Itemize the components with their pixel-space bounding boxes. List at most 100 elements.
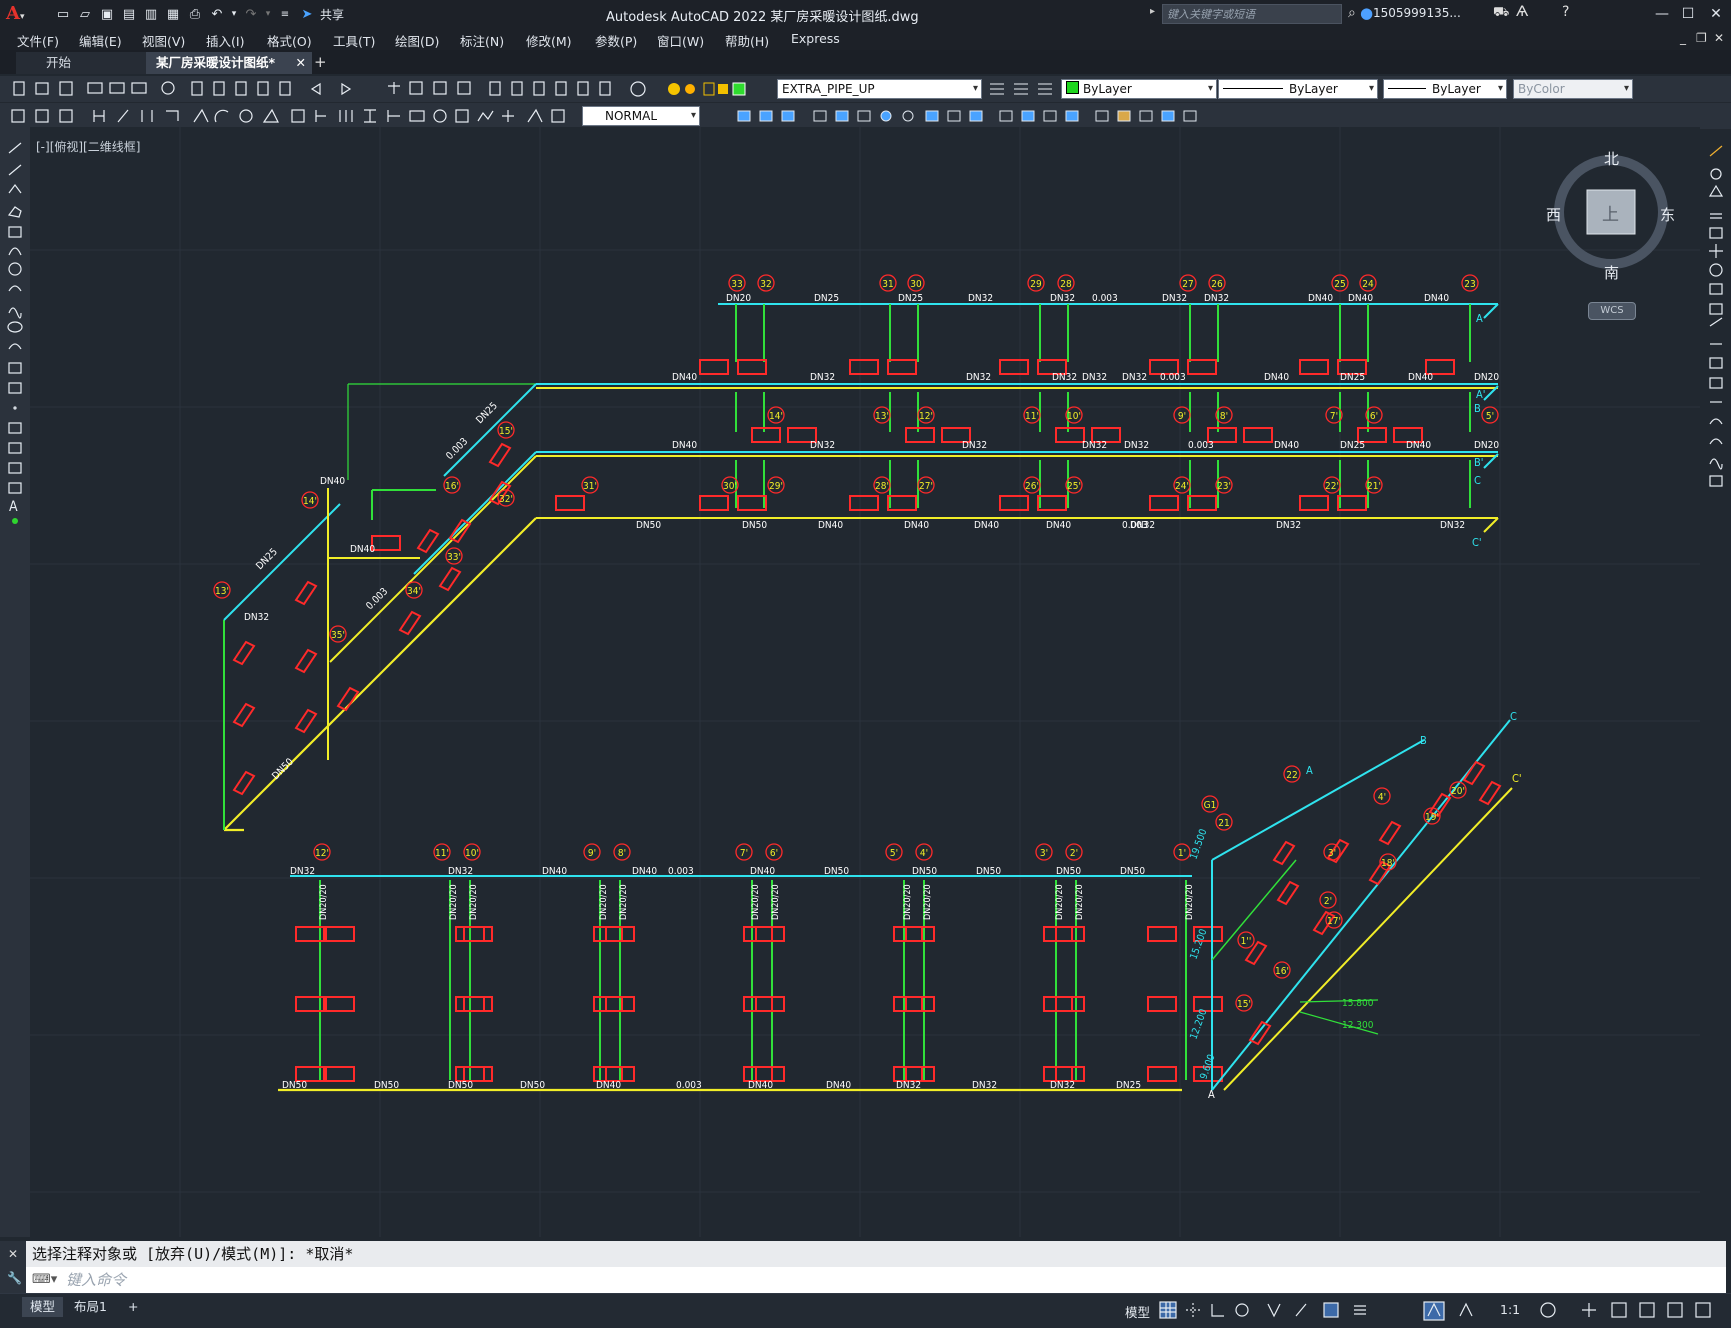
lineweight-dropdown[interactable]: ByLayer ▾: [1383, 79, 1507, 99]
command-input[interactable]: ⌨▾ 键入命令: [26, 1267, 1726, 1293]
plot-icon[interactable]: ⎙: [186, 5, 204, 23]
cart-icon[interactable]: ⛟: [1493, 5, 1509, 22]
status-toggle-icons[interactable]: [1156, 1298, 1726, 1322]
maximize-button[interactable]: ☐: [1676, 4, 1700, 24]
pipe-size-label: DN40: [672, 372, 697, 383]
doc-close-icon[interactable]: ✕: [1714, 31, 1724, 45]
web-mobile-save-icon[interactable]: ▦: [164, 5, 182, 23]
menu-file[interactable]: 文件(F): [17, 31, 59, 50]
customize-qat-icon[interactable]: ≡: [276, 5, 294, 23]
riser-size-label: DN20/20: [1075, 884, 1085, 920]
drawing-svg[interactable]: 33 32 31 30 29 28 27 26 25 24 23 14' 13' 12' 11' 10' 9' 8…: [30, 127, 1700, 1237]
save-icon[interactable]: ▣: [98, 5, 116, 23]
menu-express[interactable]: Express: [791, 31, 840, 46]
viewcube-east[interactable]: 东: [1660, 204, 1675, 225]
radiator: [463, 1066, 493, 1082]
radiator: [463, 996, 493, 1012]
menu-insert[interactable]: 插入(I): [206, 31, 244, 50]
viewcube-south[interactable]: 南: [1604, 262, 1619, 283]
iso-right-branch: [1211, 859, 1297, 961]
viewport-controls[interactable]: [-][俯视][二维线框]: [36, 138, 140, 155]
modify-palette-icons[interactable]: [1700, 140, 1731, 540]
user-icon[interactable]: ●: [1360, 4, 1373, 22]
radiator-number-label: 33: [731, 279, 742, 290]
tab-close-icon[interactable]: ✕: [296, 52, 306, 74]
linetype-dropdown[interactable]: ByLayer ▾: [1218, 79, 1378, 99]
menu-draw[interactable]: 绘图(D): [395, 31, 439, 50]
color-dropdown[interactable]: ByLayer ▾: [1061, 79, 1217, 99]
viewcube[interactable]: 北 南 西 东 上 WCS: [1546, 148, 1675, 320]
drawing-area[interactable]: 33 32 31 30 29 28 27 26 25 24 23 14' 13' 12' 11' 10' 9' 8…: [30, 127, 1700, 1237]
search-input[interactable]: 键入关键字或短语: [1162, 4, 1342, 24]
radiator: [416, 528, 440, 554]
modify-toolbar-icons[interactable]: [704, 103, 1224, 129]
radiator: [893, 1066, 923, 1082]
menu-tools[interactable]: 工具(T): [333, 31, 375, 50]
tab-start[interactable]: 开始: [16, 52, 156, 74]
radiator: [743, 926, 773, 942]
radiator-number-label: 14': [303, 496, 317, 507]
draw-toolbar-icons[interactable]: A: [0, 127, 30, 597]
viewcube-north[interactable]: 北: [1604, 148, 1619, 169]
menu-parametric[interactable]: 参数(P): [595, 31, 637, 50]
radiator-number-label: 10': [465, 848, 479, 859]
undo-icon[interactable]: ↶: [208, 5, 226, 23]
pipe-size-label: DN32: [1082, 372, 1107, 383]
customize-command-icon[interactable]: 🔧: [7, 1271, 22, 1285]
share-icon[interactable]: ➤: [298, 5, 316, 23]
radiator: [1187, 359, 1217, 375]
redo-icon[interactable]: ↷: [242, 5, 260, 23]
new-file-icon[interactable]: ▭: [54, 5, 72, 23]
menu-help[interactable]: 帮助(H): [725, 31, 769, 50]
pipe-size-label: DN50: [824, 866, 849, 877]
open-file-icon[interactable]: ▱: [76, 5, 94, 23]
layer-state-icons[interactable]: [660, 76, 760, 102]
menu-modify[interactable]: 修改(M): [526, 31, 572, 50]
radiator-number-label: 16': [1275, 966, 1289, 977]
pipe-size-label: DN32: [1162, 293, 1187, 304]
autodesk-app-icon[interactable]: Ѧ: [1516, 4, 1528, 20]
radiator: [325, 926, 355, 942]
menu-window[interactable]: 窗口(W): [657, 31, 704, 50]
add-layout-button[interactable]: +: [120, 1297, 146, 1317]
dimension-toolbar-icons[interactable]: [0, 103, 580, 129]
minimize-button[interactable]: —: [1650, 4, 1674, 24]
menu-dimension[interactable]: 标注(N): [460, 31, 504, 50]
tab-layout1[interactable]: 布局1: [66, 1297, 115, 1317]
expand-search-icon[interactable]: ▸: [1150, 6, 1155, 17]
standard-toolbar-icons[interactable]: [0, 76, 660, 102]
redo-dropdown-icon[interactable]: ▾: [264, 5, 272, 23]
share-label[interactable]: 共享: [320, 6, 344, 23]
autocad-logo-icon[interactable]: A▾: [6, 3, 28, 25]
viewcube-west[interactable]: 西: [1546, 204, 1561, 225]
new-tab-button[interactable]: +: [314, 53, 327, 71]
annotation-scale[interactable]: 1:1: [1500, 1302, 1520, 1317]
search-icon[interactable]: ⌕: [1348, 5, 1356, 21]
close-command-icon[interactable]: ✕: [8, 1247, 18, 1261]
layer-dropdown[interactable]: EXTRA_PIPE_UP ▾: [777, 79, 982, 99]
wcs-menu[interactable]: WCS: [1588, 302, 1636, 320]
radiator: [593, 996, 623, 1012]
tab-document[interactable]: 某厂房采暖设计图纸* ✕: [146, 52, 312, 74]
undo-dropdown-icon[interactable]: ▾: [230, 5, 238, 23]
layer-tools-icons[interactable]: [984, 76, 1060, 102]
close-button[interactable]: ✕: [1704, 4, 1728, 24]
menu-format[interactable]: 格式(O): [267, 31, 312, 50]
menu-edit[interactable]: 编辑(E): [79, 31, 122, 50]
tab-model[interactable]: 模型: [22, 1297, 64, 1317]
radiator: [737, 495, 767, 511]
pipe-end-letter: C': [1472, 536, 1482, 549]
command-prompt-icon[interactable]: ⌨▾: [32, 1267, 57, 1293]
user-account[interactable]: 1505999135...: [1373, 6, 1461, 20]
save-as-icon[interactable]: ▤: [120, 5, 138, 23]
text-style-dropdown[interactable]: NORMAL ▾: [582, 106, 700, 126]
command-line-handle[interactable]: ✕ 🔧: [0, 1241, 26, 1293]
help-icon[interactable]: ?: [1562, 4, 1569, 20]
menu-view[interactable]: 视图(V): [142, 31, 185, 50]
web-mobile-open-icon[interactable]: ▥: [142, 5, 160, 23]
doc-minimize-icon[interactable]: _: [1680, 31, 1686, 45]
viewcube-top-face[interactable]: 上: [1602, 200, 1619, 225]
doc-restore-icon[interactable]: ❐: [1696, 31, 1707, 45]
model-space-toggle[interactable]: 模型: [1125, 1302, 1150, 1321]
grid-lines: [30, 127, 1700, 1237]
